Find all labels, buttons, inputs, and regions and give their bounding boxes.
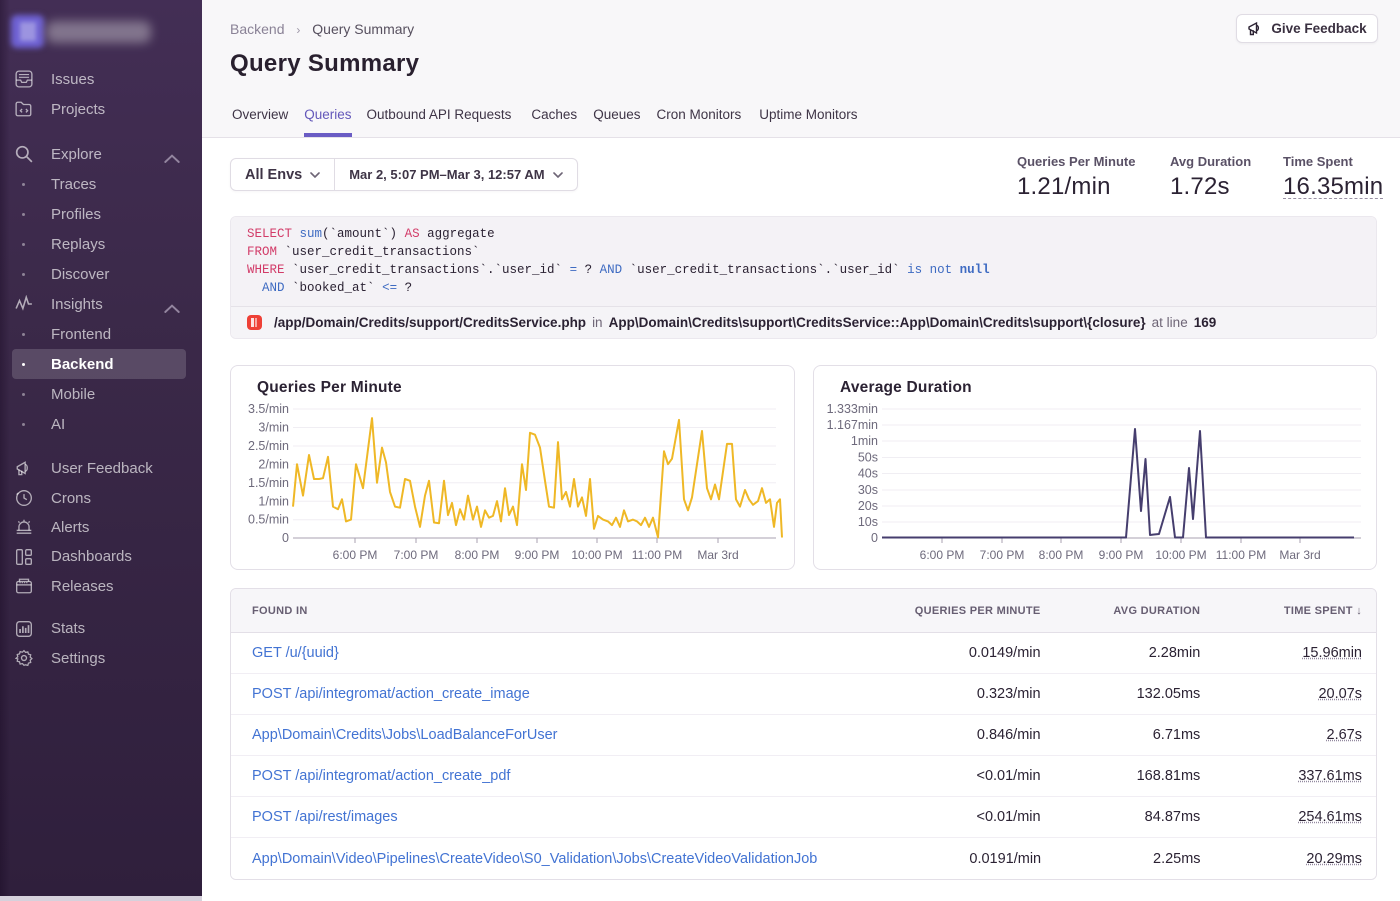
svg-text:1min: 1min: [851, 434, 878, 448]
svg-text:40s: 40s: [858, 467, 878, 481]
svg-text:8:00 PM: 8:00 PM: [1039, 548, 1084, 562]
svg-text:30s: 30s: [858, 483, 878, 497]
svg-text:3.5/min: 3.5/min: [248, 402, 289, 416]
svg-text:11:00 PM: 11:00 PM: [632, 548, 682, 562]
svg-text:6:00 PM: 6:00 PM: [920, 548, 965, 562]
svg-text:11:00 PM: 11:00 PM: [1216, 548, 1266, 562]
svg-text:9:00 PM: 9:00 PM: [1099, 548, 1144, 562]
svg-text:0: 0: [871, 531, 878, 545]
svg-text:7:00 PM: 7:00 PM: [980, 548, 1025, 562]
svg-text:1.333min: 1.333min: [827, 402, 878, 416]
svg-text:3/min: 3/min: [258, 421, 289, 435]
svg-text:50s: 50s: [858, 451, 878, 465]
svg-text:1.5/min: 1.5/min: [248, 476, 289, 490]
svg-text:Mar 3rd: Mar 3rd: [697, 548, 738, 562]
svg-text:1/min: 1/min: [258, 494, 289, 508]
svg-text:2/min: 2/min: [258, 457, 289, 471]
svg-text:1.167min: 1.167min: [827, 418, 878, 432]
svg-text:8:00 PM: 8:00 PM: [455, 548, 500, 562]
svg-text:2.5/min: 2.5/min: [248, 439, 289, 453]
svg-text:10:00 PM: 10:00 PM: [1155, 548, 1206, 562]
svg-text:9:00 PM: 9:00 PM: [515, 548, 560, 562]
svg-text:10s: 10s: [858, 515, 878, 529]
svg-text:6:00 PM: 6:00 PM: [333, 548, 378, 562]
svg-text:10:00 PM: 10:00 PM: [571, 548, 622, 562]
svg-text:0: 0: [282, 531, 289, 545]
svg-text:7:00 PM: 7:00 PM: [394, 548, 439, 562]
svg-text:Mar 3rd: Mar 3rd: [1279, 548, 1320, 562]
svg-text:0.5/min: 0.5/min: [248, 513, 289, 527]
svg-text:20s: 20s: [858, 499, 878, 513]
